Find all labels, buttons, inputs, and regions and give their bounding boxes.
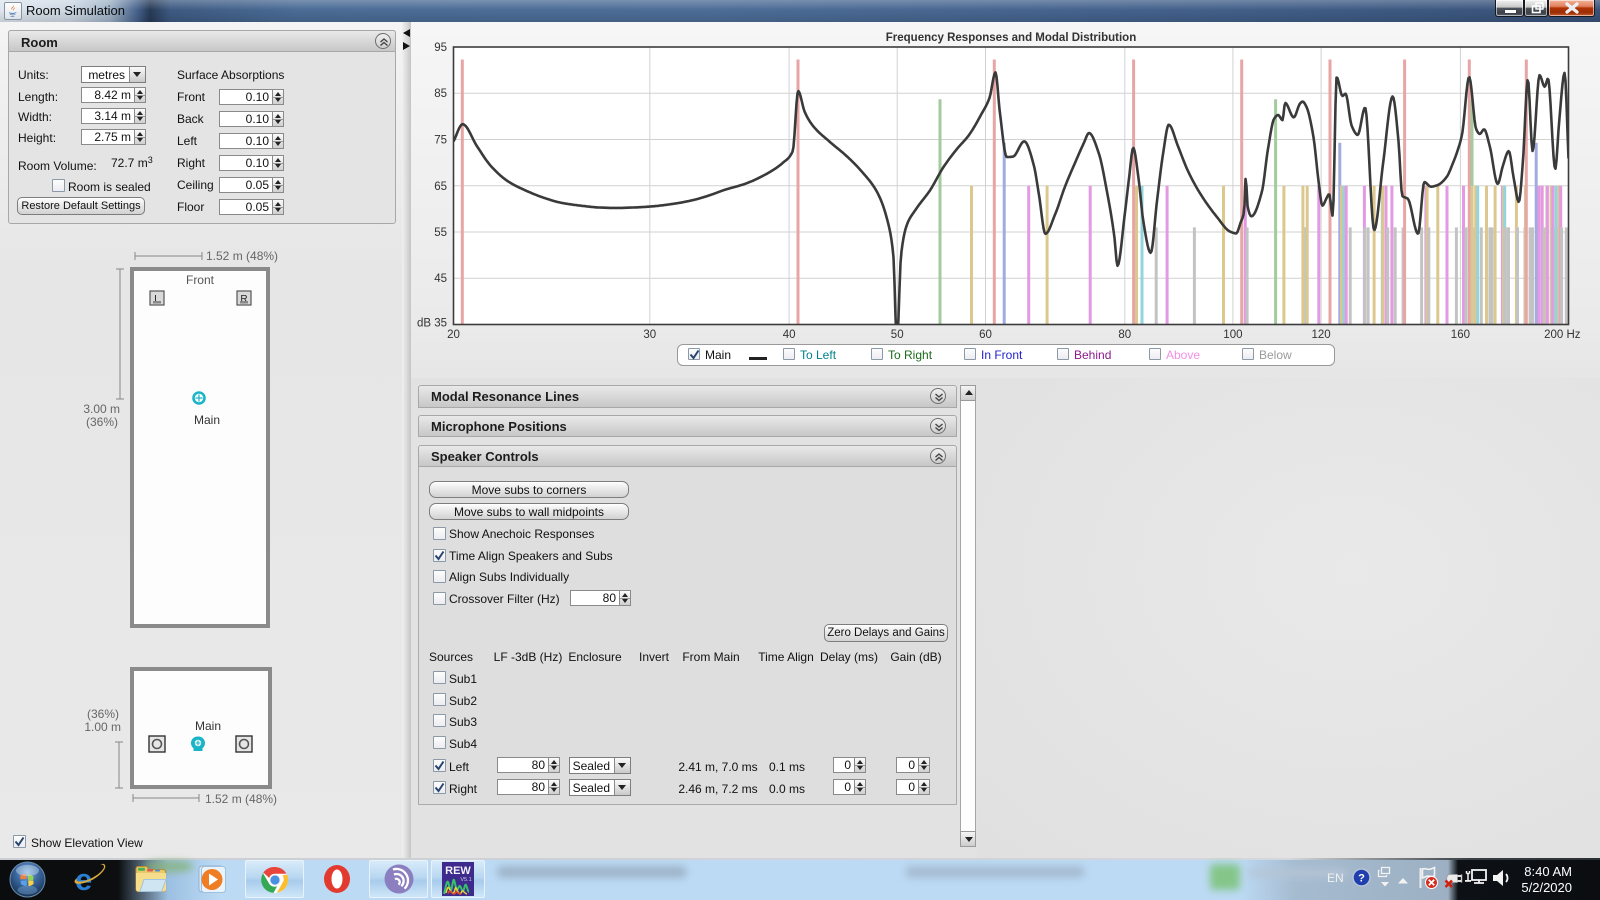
svg-text:30: 30	[643, 329, 656, 341]
svg-text:Front: Front	[186, 273, 215, 287]
svg-text:45: 45	[434, 273, 447, 285]
svg-text:80: 80	[1118, 329, 1131, 341]
svg-text:dB 35: dB 35	[417, 318, 447, 330]
svg-text:V5.1: V5.1	[460, 877, 471, 883]
svg-text:1.52 m (48%): 1.52 m (48%)	[206, 249, 278, 263]
svg-text:3.00 m: 3.00 m	[83, 402, 120, 416]
svg-text:REW: REW	[445, 865, 471, 877]
svg-text:60: 60	[979, 329, 992, 341]
svg-text:1.00 m: 1.00 m	[84, 720, 121, 734]
svg-text:?: ?	[1358, 873, 1365, 885]
svg-text:50: 50	[891, 329, 904, 341]
svg-text:85: 85	[434, 88, 447, 100]
svg-text:40: 40	[783, 329, 796, 341]
svg-text:1.52 m (48%): 1.52 m (48%)	[205, 792, 277, 806]
svg-text:95: 95	[434, 42, 447, 54]
svg-text:65: 65	[434, 181, 447, 193]
svg-text:160: 160	[1451, 329, 1470, 341]
svg-text:Main: Main	[194, 413, 220, 427]
svg-text:75: 75	[434, 135, 447, 147]
svg-text:(36%): (36%)	[86, 415, 118, 429]
svg-text:100: 100	[1223, 329, 1242, 341]
svg-text:120: 120	[1312, 329, 1331, 341]
svg-text:200 Hz: 200 Hz	[1544, 329, 1581, 341]
svg-text:55: 55	[434, 227, 447, 239]
svg-text:Main: Main	[195, 719, 221, 733]
svg-text:20: 20	[447, 329, 460, 341]
svg-text:(36%): (36%)	[87, 707, 119, 721]
svg-text:Frequency Responses and Modal: Frequency Responses and Modal Distributi…	[886, 32, 1136, 44]
